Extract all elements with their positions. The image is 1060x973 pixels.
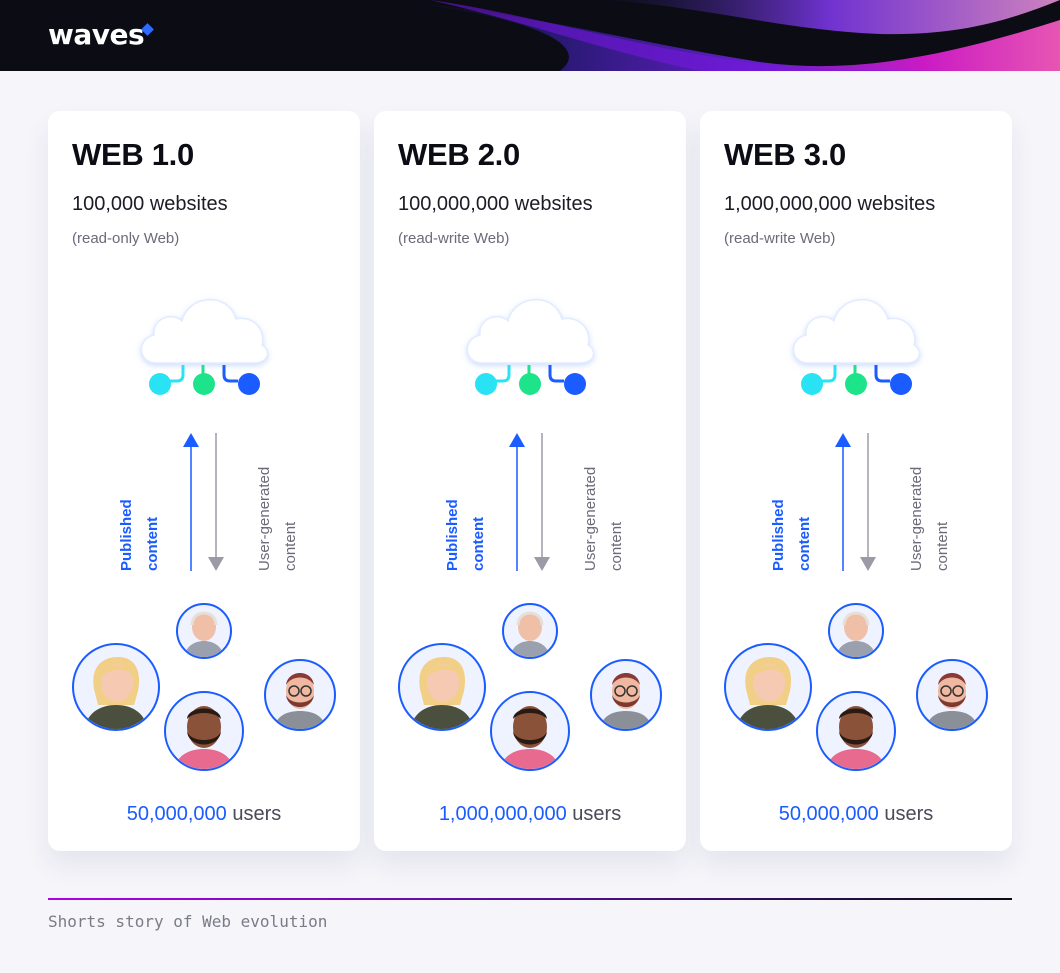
avatar-elderly-man [828,603,884,659]
footer-caption: Shorts story of Web evolution [48,912,328,931]
users-word: users [884,803,934,825]
published-content-label: Published content [444,499,487,571]
websites-count: 1,000,000,000 websites [724,193,936,215]
waves-logo[interactable]: waves [48,18,145,51]
users-word: users [232,803,282,825]
web-type-note: (read-write Web) [398,230,510,247]
card-title: WEB 1.0 [72,137,194,172]
user-generated-content-label: User-generated content [908,466,951,571]
footer-divider [48,898,1012,900]
card-title: WEB 2.0 [398,137,520,172]
cloud-network-icon [140,299,269,395]
published-content-label: Published content [118,499,161,571]
avatar-elderly-man [502,603,558,659]
avatar-bearded-man [164,691,244,771]
avatar-elderly-man [176,603,232,659]
web-type-note: (read-write Web) [724,230,836,247]
users-number: 1,000,000,000 [438,803,567,825]
users-count: 1,000,000,000 users [374,803,686,826]
avatar-man-with-glasses [916,659,988,731]
user-generated-content-label: User-generated content [256,466,299,571]
avatar-bearded-man [490,691,570,771]
cloud-network-icon [792,299,921,395]
header-wave-graphic [380,0,1060,71]
card-web1: WEB 1.0 100,000 websites (read-only Web)… [48,111,360,851]
websites-count: 100,000 websites [72,193,228,215]
users-count: 50,000,000 users [48,803,360,826]
avatar-blonde-woman [724,643,812,731]
cloud-network-icon [466,299,595,395]
users-count: 50,000,000 users [700,803,1012,826]
avatar-blonde-woman [398,643,486,731]
web-type-note: (read-only Web) [72,230,180,247]
users-number: 50,000,000 [126,803,227,825]
avatar-blonde-woman [72,643,160,731]
published-content-label: Published content [770,499,813,571]
content-flow-arrows [509,433,550,571]
content-flow-arrows [183,433,224,571]
card-title: WEB 3.0 [724,137,846,172]
card-web2: WEB 2.0 100,000,000 websites (read-write… [374,111,686,851]
header-bar: waves [0,0,1060,71]
card-web3: WEB 3.0 1,000,000,000 websites (read-wri… [700,111,1012,851]
content-flow-arrows [835,433,876,571]
websites-count: 100,000,000 websites [398,193,593,215]
users-number: 50,000,000 [778,803,879,825]
avatar-man-with-glasses [264,659,336,731]
users-word: users [572,803,622,825]
avatar-man-with-glasses [590,659,662,731]
avatar-bearded-man [816,691,896,771]
user-generated-content-label: User-generated content [582,466,625,571]
